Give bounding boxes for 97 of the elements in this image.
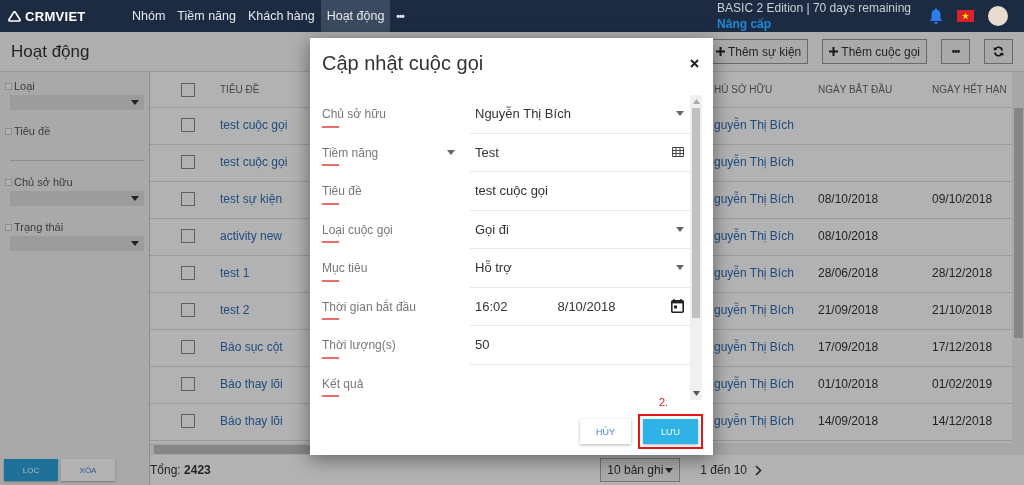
select-all-checkbox[interactable] <box>181 82 195 97</box>
table-cell-text: 17/12/2018 <box>932 340 994 354</box>
more-menu[interactable]: ••• <box>390 0 410 32</box>
filter-label: Chủ sở hữu <box>14 176 73 188</box>
page-size-select[interactable]: 10 bản ghi <box>600 458 681 482</box>
owner-link[interactable]: guyễn Thị Bích <box>714 303 818 317</box>
caret-icon <box>665 467 674 473</box>
logo-icon <box>8 10 21 22</box>
dialog-title: Cập nhật cuộc gọi <box>322 51 484 75</box>
nav-item[interactable]: Khách hàng <box>241 0 321 32</box>
close-icon <box>690 58 699 68</box>
vertical-scrollbar[interactable] <box>1012 72 1024 455</box>
filter-checkbox[interactable] <box>5 82 12 90</box>
filter-button[interactable]: LỌC <box>4 459 58 481</box>
edition-text: BASIC 2 Edition | 70 days remaining <box>717 0 911 16</box>
refresh-button[interactable] <box>984 39 1013 64</box>
field-label: Thời gian bắt đầu <box>322 299 416 314</box>
vertical-scrollbar[interactable] <box>690 95 702 400</box>
refresh-icon <box>993 46 1004 57</box>
filter-label: Trạng thái <box>14 221 64 233</box>
table-cell-text: 17/09/2018 <box>818 340 880 354</box>
upgrade-link[interactable]: Nâng cấp <box>717 16 772 32</box>
filter-checkbox[interactable] <box>5 178 12 186</box>
owner-link[interactable]: guyễn Thị Bích <box>714 266 818 280</box>
owner-link[interactable]: guyễn Thị Bích <box>714 118 818 132</box>
column-header[interactable]: HỦ SỞ HỮU <box>714 84 818 95</box>
time-value: 16:02 <box>475 298 508 314</box>
filter-label: Loại <box>14 80 35 92</box>
table-cell-text: 01/02/2019 <box>932 377 994 391</box>
nav-item[interactable]: Nhóm <box>126 0 172 32</box>
flag-icon[interactable] <box>957 10 974 22</box>
row-checkbox[interactable] <box>181 303 195 317</box>
nav-item[interactable]: Hoạt động <box>320 0 391 32</box>
calendar-icon[interactable] <box>671 299 684 314</box>
bell-icon[interactable] <box>929 8 943 24</box>
plus-icon <box>715 47 725 56</box>
table-cell-text: 28/12/2018 <box>932 266 994 280</box>
field-label: Thời lượng(s) <box>322 338 396 353</box>
field-label: Loại cuộc gọi <box>322 222 393 237</box>
field-label: Chủ sở hữu <box>322 107 386 122</box>
table-cell-text: 14/09/2018 <box>818 414 880 428</box>
logo-text[interactable]: CRMVIET <box>25 8 86 24</box>
plus-icon <box>829 47 839 56</box>
caret-icon <box>447 150 455 156</box>
add-button[interactable]: Thêm cuộc gọi <box>822 39 927 64</box>
field-label: Tiềm năng <box>322 145 379 160</box>
scroll-up-icon[interactable] <box>692 99 700 104</box>
table-cell-text: 14/12/2018 <box>932 414 994 428</box>
owner-link[interactable]: guyễn Thị Bích <box>714 192 818 206</box>
owner-link[interactable]: guyễn Thị Bích <box>714 229 818 243</box>
row-checkbox[interactable] <box>181 340 195 354</box>
row-checkbox[interactable] <box>181 229 195 243</box>
row-checkbox[interactable] <box>181 377 195 391</box>
scroll-down-icon[interactable] <box>692 391 700 396</box>
owner-link[interactable]: guyễn Thị Bích <box>714 340 818 354</box>
table-cell-text: 08/10/2018 <box>818 192 880 206</box>
table-cell-text: 28/06/2018 <box>818 266 880 280</box>
field-label: Kết quả <box>322 376 364 391</box>
field-label: Tiêu đề <box>322 184 362 199</box>
save-button[interactable]: LƯU <box>643 419 698 444</box>
row-checkbox[interactable] <box>181 266 195 280</box>
date-value: 8/10/2018 <box>557 298 616 314</box>
table-cell-text: 09/10/2018 <box>932 192 994 206</box>
table-cell-text: 01/10/2018 <box>818 377 880 391</box>
filter-label: Tiêu đề <box>14 125 51 137</box>
owner-link[interactable]: guyễn Thị Bích <box>714 377 818 391</box>
field-label: Mục tiêu <box>322 261 368 276</box>
table-cell-text: 21/09/2018 <box>818 303 880 317</box>
filter-checkbox[interactable] <box>5 223 12 231</box>
page-title: Hoạt động <box>11 41 91 62</box>
table-cell-text: 21/10/2018 <box>932 303 994 317</box>
row-checkbox[interactable] <box>181 192 195 206</box>
clear-button[interactable]: XÓA <box>61 459 115 481</box>
row-checkbox[interactable] <box>181 414 195 428</box>
avatar[interactable] <box>988 6 1008 26</box>
total-count: Tổng: 2423 <box>150 463 212 477</box>
caret-icon <box>131 241 139 246</box>
filter-checkbox[interactable] <box>5 127 12 135</box>
page-range: 1 đến 10 <box>700 463 747 477</box>
nav-item[interactable]: Tiềm năng <box>171 0 242 32</box>
table-icon[interactable] <box>672 147 684 158</box>
caret-icon <box>676 226 684 232</box>
caret-icon <box>131 196 139 201</box>
more-button[interactable]: ••• <box>941 39 970 64</box>
table-cell-text: 08/10/2018 <box>818 229 880 243</box>
caret-icon <box>676 265 684 271</box>
column-header[interactable]: NGÀY BẮT ĐẦU <box>818 84 932 95</box>
caret-icon <box>676 111 684 117</box>
next-page-icon[interactable] <box>755 464 762 476</box>
owner-link[interactable]: guyễn Thị Bích <box>714 414 818 428</box>
cancel-button[interactable]: HỦY <box>580 419 631 444</box>
owner-link[interactable]: guyễn Thị Bích <box>714 155 818 169</box>
column-header[interactable]: NGÀY HẾT HẠN <box>932 84 1012 95</box>
caret-icon <box>131 100 139 105</box>
row-checkbox[interactable] <box>181 155 195 169</box>
annotation-number: 2. <box>659 396 669 408</box>
row-checkbox[interactable] <box>181 118 195 132</box>
